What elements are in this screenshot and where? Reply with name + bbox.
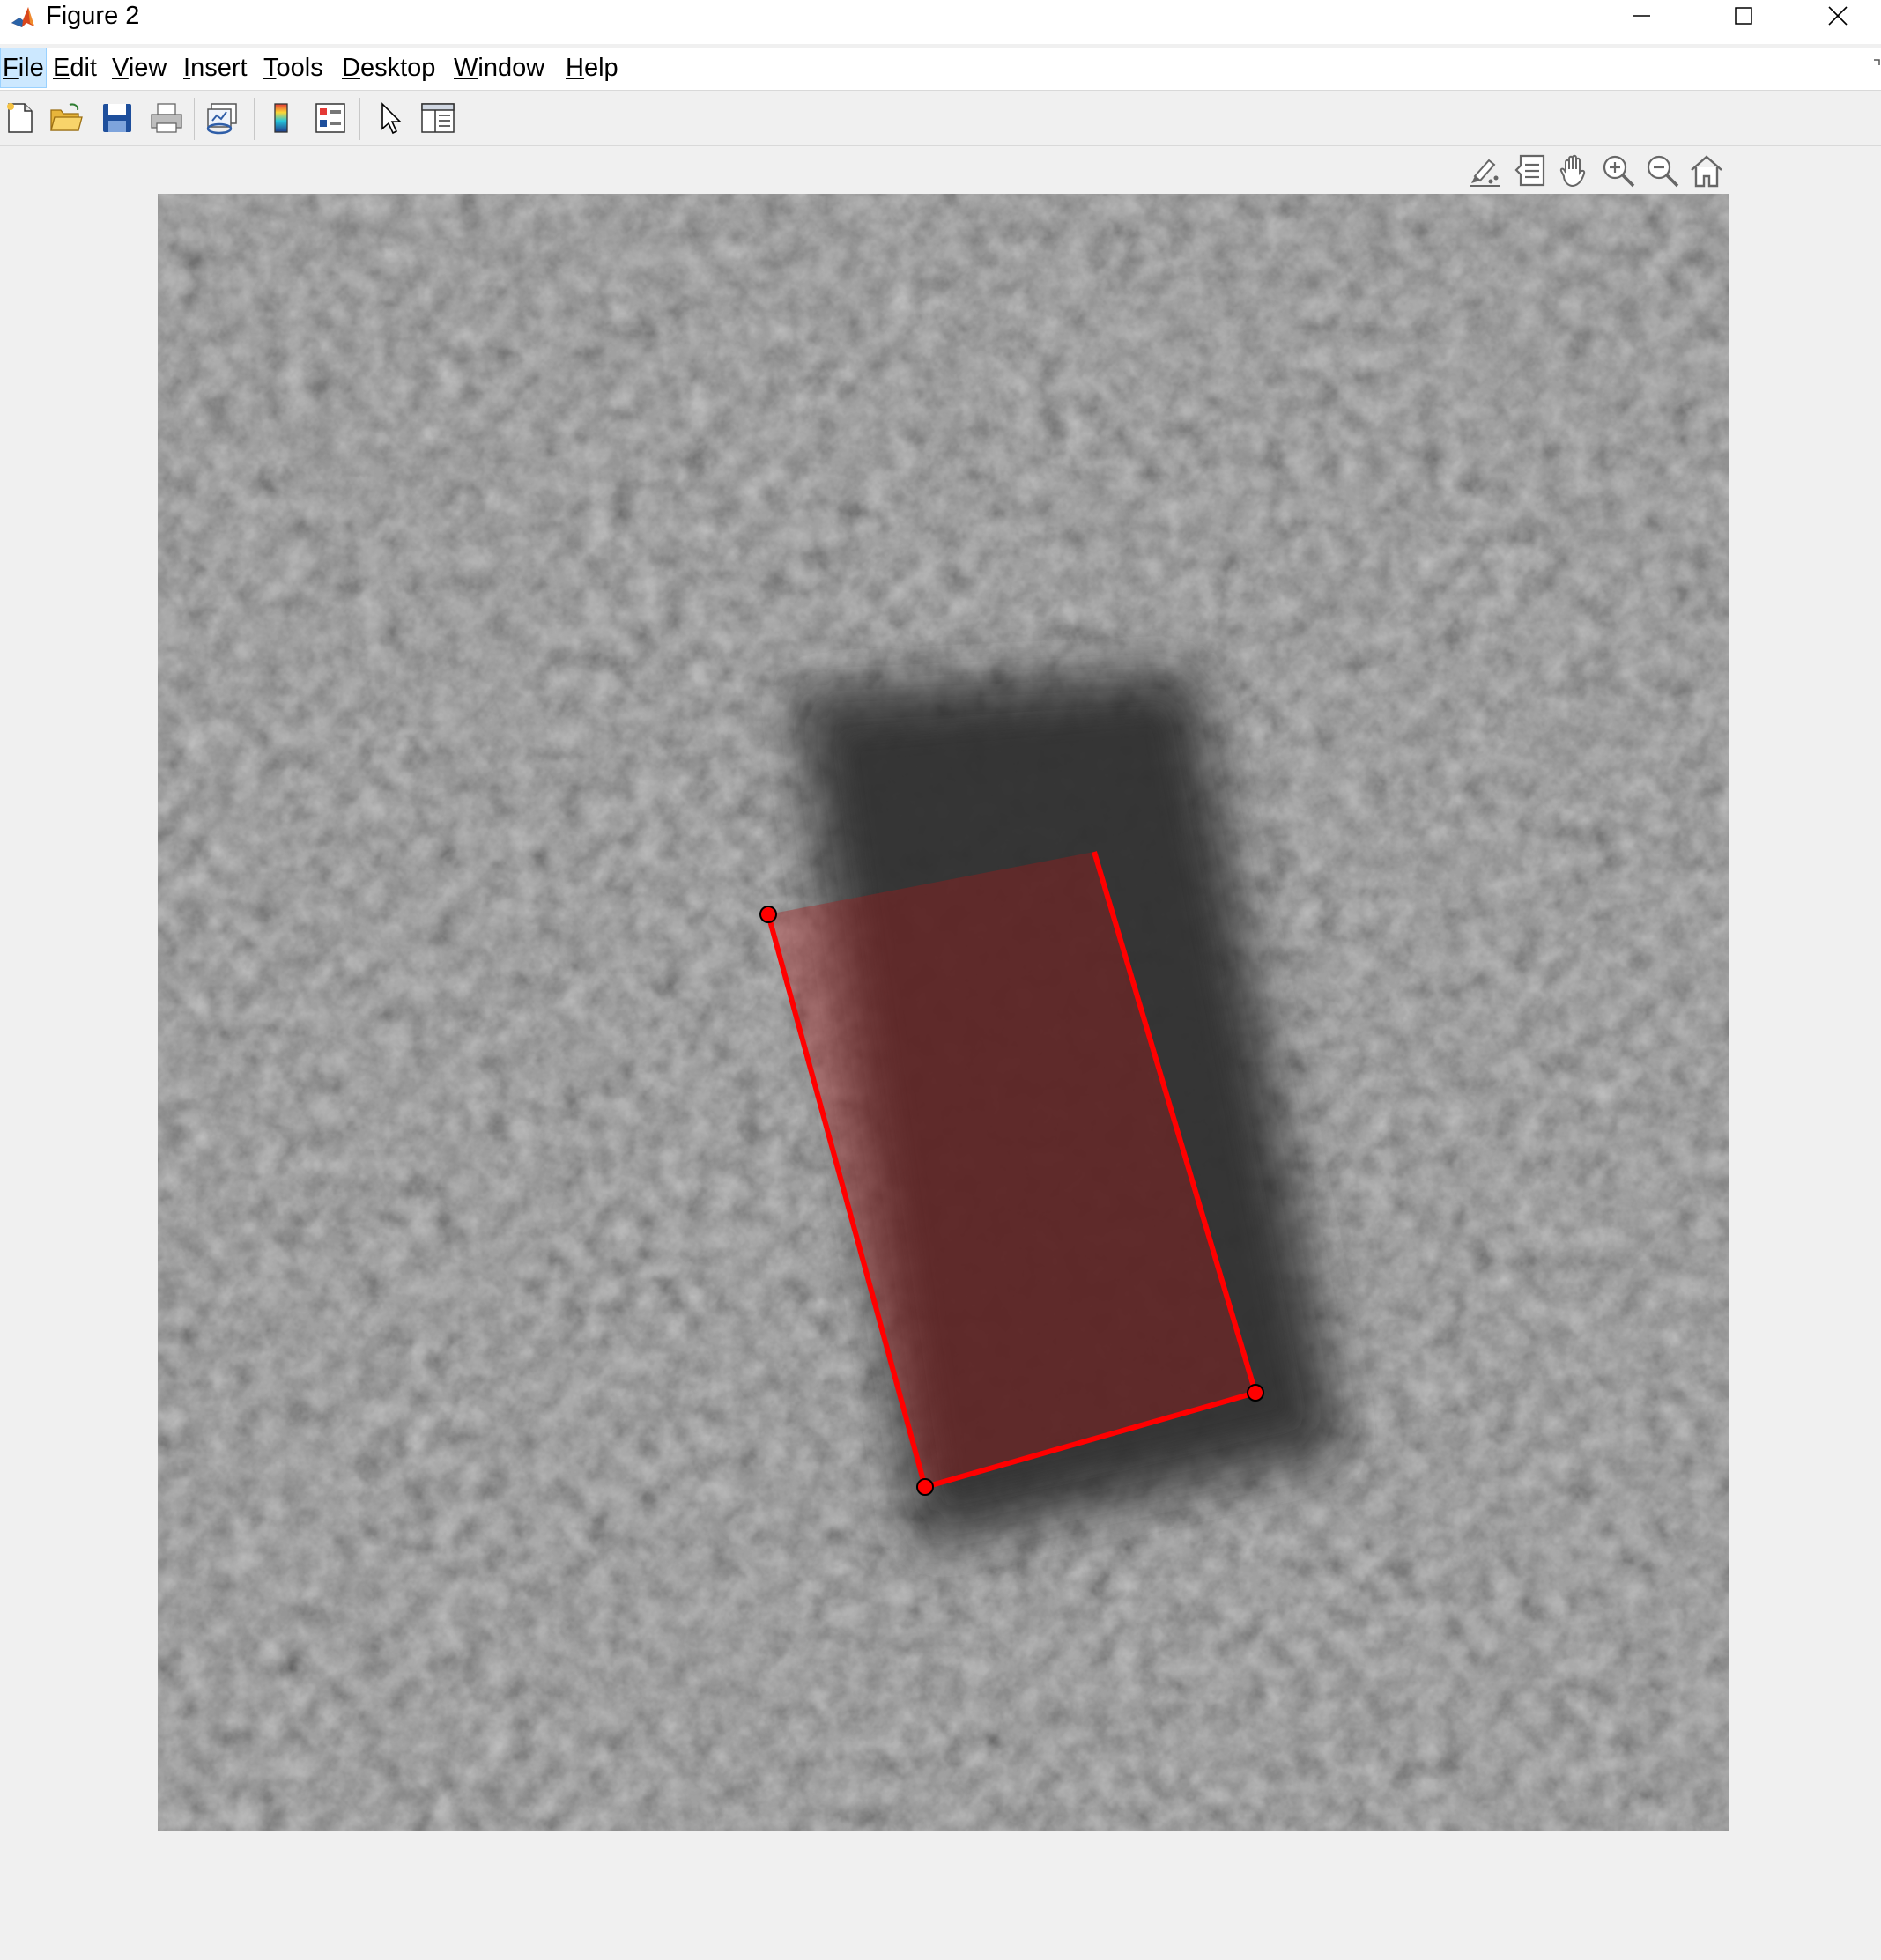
open-file-button[interactable] <box>46 98 86 138</box>
menu-insert-mnemonic: I <box>183 54 191 82</box>
menu-file-label: ile <box>18 54 44 82</box>
new-figure-icon <box>7 103 33 133</box>
save-figure-button[interactable] <box>97 98 137 138</box>
menu-insert-label: nsert <box>190 54 248 82</box>
menu-help[interactable]: Help <box>564 48 620 88</box>
menu-window-mnemonic: W <box>454 54 478 82</box>
menu-view-mnemonic: V <box>112 54 129 82</box>
menu-tools-mnemonic: T <box>263 54 277 82</box>
minimize-button[interactable] <box>1590 0 1692 32</box>
minimize-icon <box>1633 15 1650 17</box>
menu-edit[interactable]: Edit <box>51 48 99 88</box>
menu-window-label: indow <box>478 54 545 82</box>
menu-desktop-label: esktop <box>359 54 436 82</box>
new-figure-button[interactable] <box>0 98 41 138</box>
menu-window[interactable]: Window <box>452 48 546 88</box>
data-tips-icon <box>1514 154 1545 187</box>
window-title: Figure 2 <box>46 2 140 30</box>
menubar-grip-icon <box>1874 59 1880 65</box>
roi-vertex-handle[interactable] <box>1247 1384 1264 1402</box>
close-button[interactable] <box>1795 0 1881 32</box>
toolbar-separator <box>359 98 360 140</box>
print-figure-button[interactable] <box>146 98 187 138</box>
pan-icon <box>1559 154 1586 188</box>
insert-colorbar-icon <box>274 103 288 133</box>
maximize-icon <box>1735 7 1752 25</box>
print-figure-icon <box>151 103 182 133</box>
insert-legend-button[interactable] <box>310 98 351 138</box>
menu-help-label: elp <box>583 54 618 82</box>
menu-tools-label: ools <box>276 54 323 82</box>
menu-view-label: iew <box>128 54 167 82</box>
restore-view-icon <box>1691 155 1722 188</box>
toolbar-separator <box>254 98 255 140</box>
insert-colorbar-button[interactable] <box>261 98 301 138</box>
menu-edit-mnemonic: E <box>53 54 70 82</box>
roi-vertex-handle[interactable] <box>759 906 777 923</box>
zoom-out-icon <box>1647 155 1679 188</box>
brush-data-icon <box>1470 159 1500 187</box>
roi-overlay <box>759 851 1264 1496</box>
close-icon <box>1828 6 1848 26</box>
open-file-icon <box>50 103 83 131</box>
pan-button[interactable] <box>1554 148 1595 194</box>
menu-file-mnemonic: F <box>3 54 19 82</box>
menu-bar: File Edit View Insert Tools Desktop Wind… <box>0 48 1881 91</box>
menu-view[interactable]: View <box>110 48 168 88</box>
save-figure-icon <box>103 104 131 132</box>
insert-legend-icon <box>315 103 345 133</box>
link-plot-icon <box>206 103 237 135</box>
zoom-in-icon <box>1603 155 1635 188</box>
menu-file[interactable]: File <box>0 48 47 88</box>
open-property-inspector-icon <box>421 103 455 133</box>
roi-face[interactable] <box>768 852 1255 1487</box>
toolbar-separator <box>194 98 195 140</box>
menu-edit-label: dit <box>70 54 97 82</box>
menu-desktop[interactable]: Desktop <box>340 48 437 88</box>
data-tips-button[interactable] <box>1510 148 1551 194</box>
restore-view-button[interactable] <box>1686 148 1727 194</box>
maximize-button[interactable] <box>1692 0 1795 32</box>
figure-toolbar <box>0 91 1881 146</box>
brush-data-button[interactable] <box>1464 148 1505 194</box>
menu-desktop-mnemonic: D <box>342 54 360 82</box>
zoom-out-button[interactable] <box>1642 148 1683 194</box>
link-plot-button[interactable] <box>203 98 243 138</box>
roi-vertex-handle[interactable] <box>916 1478 934 1496</box>
open-property-inspector-button[interactable] <box>418 98 458 138</box>
edit-plot-icon <box>381 102 402 135</box>
zoom-in-button[interactable] <box>1598 148 1639 194</box>
title-bar: Figure 2 <box>0 0 1881 44</box>
edit-plot-button[interactable] <box>370 98 411 138</box>
menu-help-mnemonic: H <box>566 54 584 82</box>
menu-tools[interactable]: Tools <box>262 48 325 88</box>
menu-insert[interactable]: Insert <box>181 48 249 88</box>
matlab-icon <box>10 4 36 31</box>
